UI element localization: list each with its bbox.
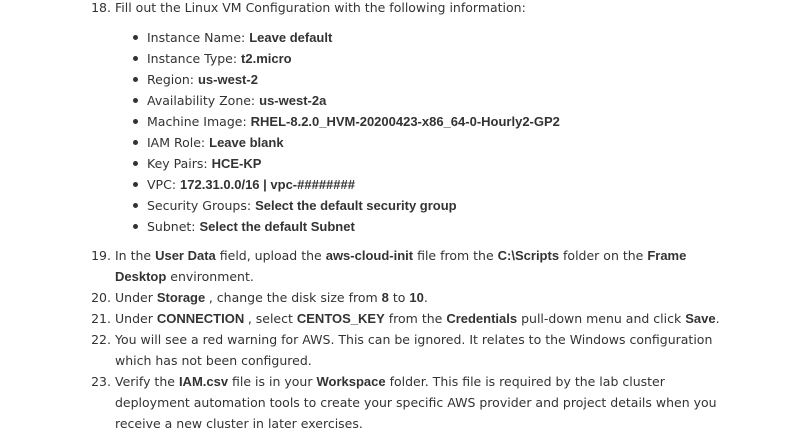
list-item-region: Region: us-west-2: [0, 69, 812, 90]
step-19: 19 In the User Data field, upload the aw…: [0, 245, 812, 287]
step-number: 20: [0, 287, 111, 308]
vm-config-list: Instance Name: Leave default Instance Ty…: [0, 27, 812, 237]
step-number: 21: [0, 308, 111, 329]
step-18: 18 Fill out the Linux VM Configuration w…: [0, 0, 812, 18]
list-item-vpc: VPC: 172.31.0.0/16 | vpc-########: [0, 174, 812, 195]
step-20: 20 Under Storage , change the disk size …: [0, 287, 812, 308]
step-number: 18: [0, 0, 111, 18]
list-item-availability-zone: Availability Zone: us-west-2a: [0, 90, 812, 111]
step-number: 19: [0, 245, 111, 266]
list-item-instance-type: Instance Type: t2.micro: [0, 48, 812, 69]
instructions-document: 18 Fill out the Linux VM Configuration w…: [0, 0, 812, 434]
step-number: 22: [0, 329, 111, 350]
step-21: 21 Under CONNECTION , select CENTOS_KEY …: [0, 308, 812, 329]
step-number: 23: [0, 371, 111, 392]
list-item-security-groups: Security Groups: Select the default secu…: [0, 195, 812, 216]
list-item-instance-name: Instance Name: Leave default: [0, 27, 812, 48]
step-text: Fill out the Linux VM Configuration with…: [115, 0, 526, 15]
list-item-machine-image: Machine Image: RHEL-8.2.0_HVM-20200423-x…: [0, 111, 812, 132]
list-item-iam-role: IAM Role: Leave blank: [0, 132, 812, 153]
list-item-subnet: Subnet: Select the default Subnet: [0, 216, 812, 237]
list-item-key-pairs: Key Pairs: HCE-KP: [0, 153, 812, 174]
step-22: 22 You will see a red warning for AWS. T…: [0, 329, 812, 371]
step-23: 23 Verify the IAM.csv file is in your Wo…: [0, 371, 812, 434]
